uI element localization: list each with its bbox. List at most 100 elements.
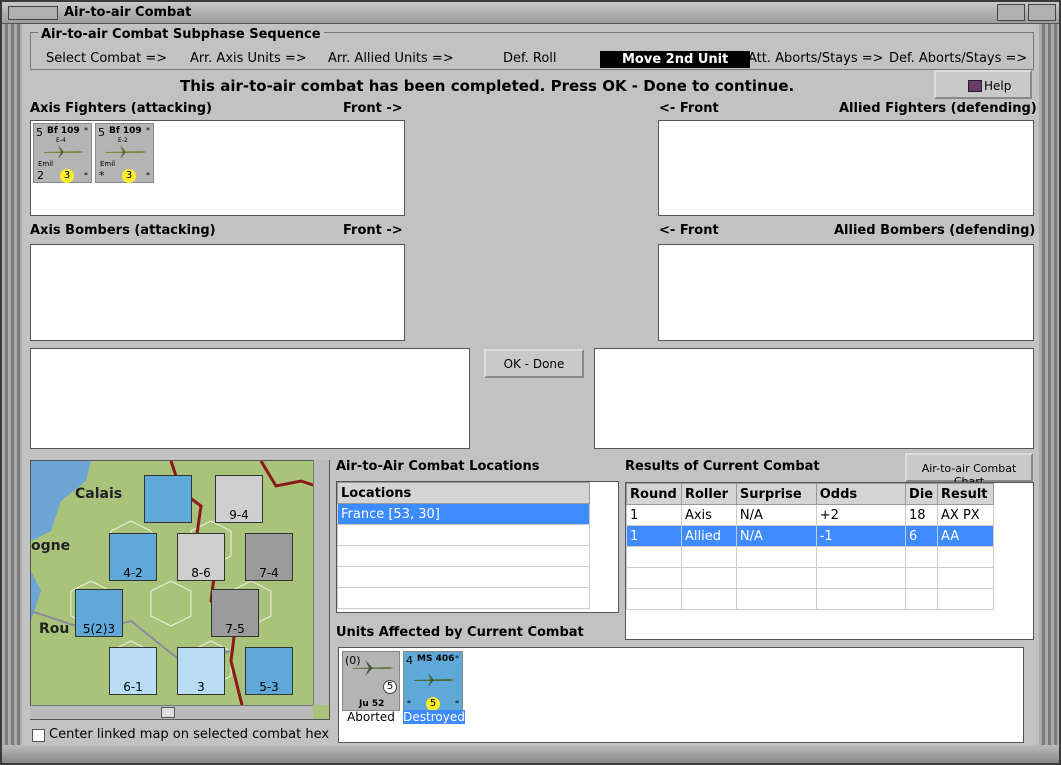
locations-title: Air-to-Air Combat Locations [336,459,540,474]
map-unit[interactable]: 5-3 [245,647,293,695]
right-frame [1039,24,1059,749]
step-def-aborts: Def. Aborts/Stays => [889,51,1028,66]
scroll-thumb[interactable] [161,707,175,718]
fighter-counter[interactable]: 5 Bf 109 E-2 * Emil * 3 * [95,123,154,183]
counter-name: Emil [100,160,116,168]
maximize-button[interactable] [1028,4,1056,21]
counter-type: Bf 109 [47,126,80,136]
map-vertical-scrollbar[interactable] [313,460,329,705]
col-roller: Roller [680,483,737,505]
counter-bottom: * [99,169,105,182]
map-unit[interactable]: 5(2)3 [75,589,123,637]
results-table-box: Round Roller Surprise Odds Die Result 1A… [625,482,1034,640]
allied-fighters-box[interactable] [658,120,1034,216]
cell: AA [937,525,994,547]
center-map-checkbox[interactable] [32,729,45,742]
system-menu-button[interactable] [8,6,58,20]
unit-status-aborted: Aborted [347,710,395,724]
map-unit[interactable]: 9-4 [215,475,263,523]
unit-status-destroyed: Destroyed [403,710,465,724]
cell: Allied [680,525,737,547]
help-label: Help [984,79,1012,93]
left-frame [2,24,22,749]
allied-bombers-box[interactable] [658,244,1034,341]
center-map-label: Center linked map on selected combat hex [49,727,330,742]
help-button[interactable]: Help [934,70,1032,99]
counter-variant: E-2 [118,137,128,144]
cell: 6 [905,525,939,547]
counter-name: Emil [38,160,54,168]
map-label-calais: Calais [75,486,123,502]
combat-chart-button[interactable]: Air-to-air Combat Chart [905,453,1033,488]
affected-units-box[interactable]: (0) 5 Ju 52 Aborted 4 MS 406 * 5 * * Des… [338,647,1024,743]
fighter-plane-icon [106,145,147,159]
counter-type: MS 406 [417,654,455,664]
axis-fighters-front: Front -> [343,101,403,116]
counter-type: Ju 52 [359,699,385,709]
mini-map[interactable]: Calais ogne Rou 9-4 4-2 8-6 7-4 5(2)3 7-… [30,460,330,720]
map-unit[interactable]: 3 [177,647,225,695]
fighter-counter[interactable]: 5 Bf 109 E-4 * Emil 2 3 * [33,123,92,183]
counter-type: Bf 109 [109,126,142,136]
allied-fighters-front: <- Front [659,101,719,116]
counter-rating: 3 [122,169,136,183]
air-combat-window: Air-to-air Combat Air-to-air Combat Subp… [0,0,1061,765]
map-unit-fighter[interactable] [144,475,192,523]
axis-fighters-label: Axis Fighters (attacking) [30,101,212,116]
axis-message-box [30,348,470,449]
ok-done-button[interactable]: OK - Done [484,349,584,378]
table-row[interactable]: 1 Allied N/A -1 6 AA [626,525,994,547]
title-bar: Air-to-air Combat [2,2,1059,24]
counter-star: * [84,171,88,180]
axis-bombers-box[interactable] [30,244,405,341]
col-round: Round [626,483,682,505]
window-title: Air-to-air Combat [64,5,192,20]
map-label-boulogne: ogne [31,538,71,554]
col-die: Die [905,483,939,505]
fighter-plane-icon [44,145,85,159]
help-book-icon [968,80,982,92]
bomber-counter[interactable]: (0) 5 Ju 52 [342,651,400,711]
step-arr-allied: Arr. Allied Units => [328,51,454,66]
col-result: Result [937,483,994,505]
cell: -1 [815,525,907,547]
map-unit[interactable]: 6-1 [109,647,157,695]
counter-rating: 3 [60,169,74,183]
location-item[interactable]: France [53, 30] [337,503,590,525]
counter-star: * [84,126,88,135]
allied-bombers-label: Allied Bombers (defending) [834,223,1036,238]
counter-star: * [407,699,411,708]
counter-badge: 5 [426,697,440,711]
minimize-button[interactable] [997,4,1025,21]
affected-title: Units Affected by Current Combat [336,625,584,640]
counter-star: * [455,699,459,708]
fighter-counter[interactable]: 4 MS 406 * 5 * * [403,651,463,711]
counter-star: * [146,171,150,180]
allied-message-box [594,348,1034,449]
map-unit[interactable]: 7-4 [245,533,293,581]
map-unit[interactable]: 7-5 [211,589,259,637]
locations-list[interactable]: Locations France [53, 30] [336,481,619,613]
map-label-rouen: Rou [39,621,70,637]
cell: 18 [905,504,939,526]
status-message: This air-to-air combat has been complete… [180,77,795,95]
step-select-combat: Select Combat => [46,51,168,66]
step-def-roll: Def. Roll [503,51,557,66]
axis-bombers-front: Front -> [343,223,403,238]
bottom-frame [2,745,1059,763]
map-unit[interactable]: 4-2 [109,533,157,581]
map-horizontal-scrollbar[interactable] [30,705,313,719]
allied-fighters-label: Allied Fighters (defending) [839,101,1037,116]
axis-fighters-box[interactable]: 5 Bf 109 E-4 * Emil 2 3 * 5 Bf 109 E-2 *… [30,120,405,216]
map-unit[interactable]: 8-6 [177,533,225,581]
step-arr-axis: Arr. Axis Units => [190,51,307,66]
axis-bombers-label: Axis Bombers (attacking) [30,223,216,238]
table-row[interactable]: 1 Axis N/A +2 18 AX PX [626,504,994,526]
cell: 1 [626,525,682,547]
bomber-plane-icon [353,660,394,676]
fighter-plane-icon [414,673,455,687]
step-move-2nd-unit: Move 2nd Unit [600,51,751,68]
results-title: Results of Current Combat [625,459,820,474]
cell: +2 [815,504,907,526]
cell: N/A [735,525,817,547]
